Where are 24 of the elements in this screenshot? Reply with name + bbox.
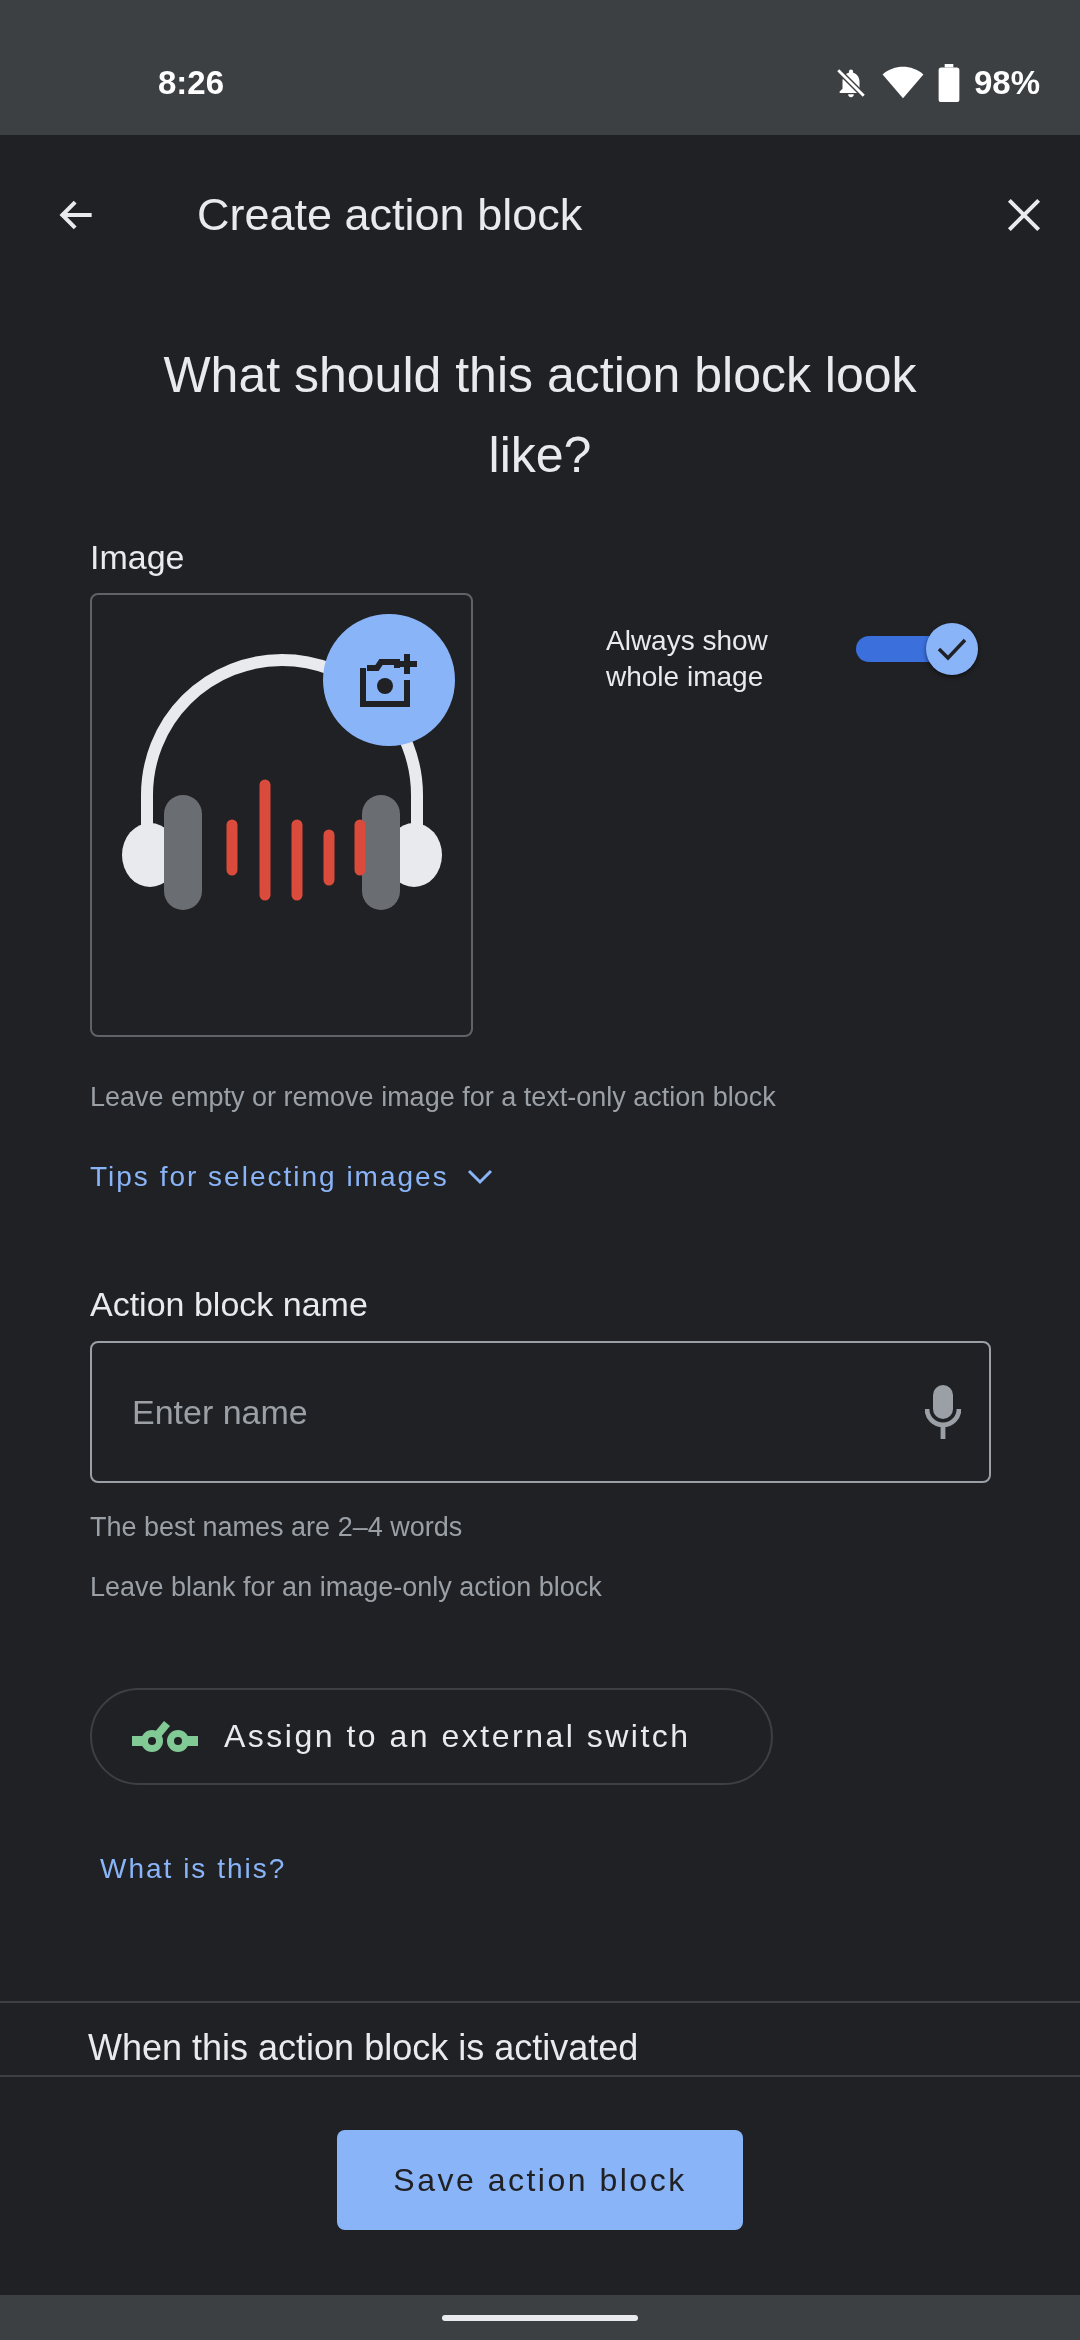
image-label: Image xyxy=(90,537,186,578)
battery-icon xyxy=(937,63,960,102)
toggle-label: Always show whole image xyxy=(606,624,769,694)
section-title: When this action block is activated xyxy=(88,2026,639,2069)
battery-percent: 98% xyxy=(973,63,1040,102)
home-handle[interactable] xyxy=(442,2314,638,2321)
name-field[interactable]: Enter name xyxy=(90,1341,991,1483)
what-is-this-link[interactable]: What is this? xyxy=(100,1849,287,1889)
switch-icon xyxy=(132,1718,198,1755)
microphone-icon xyxy=(925,1385,961,1439)
tips-link[interactable]: Tips for selecting images xyxy=(90,1157,493,1197)
external-switch-button[interactable]: Assign to an external switch xyxy=(90,1688,773,1785)
screen-title: Create action block xyxy=(197,189,584,241)
wifi-icon xyxy=(881,65,924,100)
chevron-icon xyxy=(466,1169,493,1185)
clock: 8:26 xyxy=(158,62,226,102)
check-icon xyxy=(936,636,968,662)
helper-text: The best names are 2–4 words xyxy=(90,1511,463,1544)
image-hint: Leave empty or remove image for a text-only action block xyxy=(90,1081,777,1114)
heading: What should this action block look like? xyxy=(162,346,918,485)
helper-text: Leave blank for an image-only action block xyxy=(90,1571,602,1604)
name-label: Action block name xyxy=(90,1284,369,1325)
save-button[interactable]: Save action block xyxy=(337,2130,743,2230)
add-camera-icon xyxy=(359,652,419,708)
